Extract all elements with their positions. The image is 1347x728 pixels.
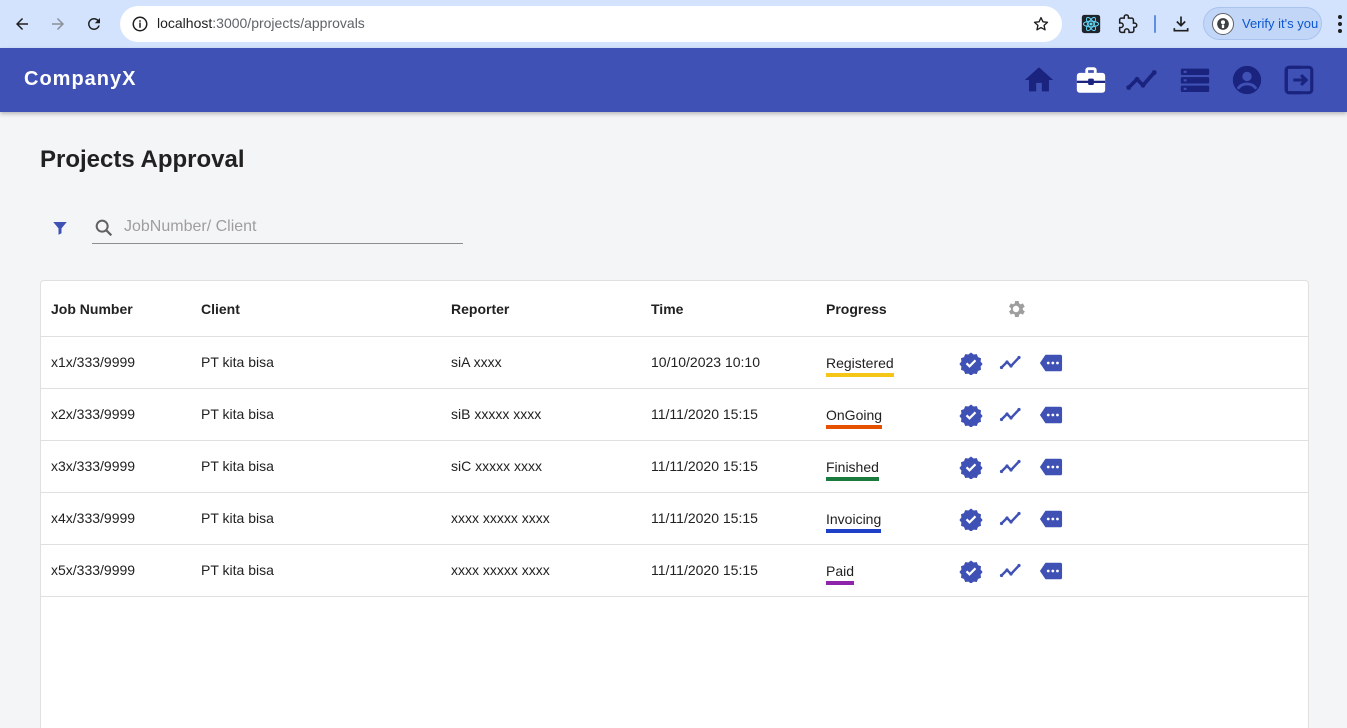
verified-icon[interactable] (959, 403, 983, 427)
timeline-icon[interactable] (999, 507, 1023, 531)
filter-icon[interactable] (48, 216, 72, 240)
timeline-icon[interactable] (999, 455, 1023, 479)
url-host: localhost (157, 15, 213, 31)
column-header-job-number[interactable]: Job Number (51, 301, 133, 317)
cell-job-number: x1x/333/9999 (51, 354, 136, 370)
search-field (92, 212, 463, 244)
search-input[interactable] (124, 214, 454, 240)
cell-time: 11/11/2020 15:15 (651, 562, 758, 578)
page-title: Projects Approval (40, 146, 245, 173)
browser-menu-icon[interactable] (1336, 14, 1344, 34)
cell-job-number: x3x/333/9999 (51, 458, 136, 474)
arrow-left-icon (16, 18, 28, 30)
toolbar-divider (1154, 15, 1156, 33)
home-icon[interactable] (1021, 62, 1057, 98)
extensions-puzzle-icon[interactable] (1116, 12, 1140, 36)
cell-time: 11/11/2020 15:15 (651, 406, 758, 422)
more-details-icon[interactable] (1039, 507, 1063, 531)
analytics-icon[interactable] (1125, 62, 1161, 98)
search-icon (92, 216, 116, 240)
account-icon[interactable] (1229, 62, 1265, 98)
arrow-right-icon (52, 18, 64, 30)
column-header-reporter[interactable]: Reporter (451, 301, 509, 317)
cell-client: PT kita bisa (201, 562, 274, 578)
reload-button[interactable] (80, 10, 108, 38)
cell-job-number: x4x/333/9999 (51, 510, 136, 526)
column-header-client[interactable]: Client (201, 301, 240, 317)
cell-client: PT kita bisa (201, 406, 274, 422)
cell-reporter: siA xxxx (451, 354, 502, 370)
progress-status-badge: Invoicing (826, 511, 882, 533)
table-row: x1x/333/9999 PT kita bisa siA xxxx 10/10… (41, 337, 1308, 389)
progress-status-badge: Paid (826, 563, 855, 585)
logout-icon[interactable] (1281, 62, 1317, 98)
timeline-icon[interactable] (999, 403, 1023, 427)
more-details-icon[interactable] (1039, 455, 1063, 479)
cell-reporter: xxxx xxxxx xxxx (451, 562, 550, 578)
table-row: x4x/333/9999 PT kita bisa xxxx xxxxx xxx… (41, 493, 1308, 545)
verified-icon[interactable] (959, 507, 983, 531)
cell-time: 10/10/2023 10:10 (651, 354, 760, 370)
cell-client: PT kita bisa (201, 510, 274, 526)
projects-table: Job Number Client Reporter Time Progress… (40, 280, 1309, 728)
url-path: :3000/projects/approvals (212, 15, 365, 31)
progress-status-badge: OnGoing (826, 407, 883, 429)
progress-status-badge: Registered (826, 355, 894, 377)
storage-icon[interactable] (1177, 62, 1213, 98)
cell-reporter: siC xxxxx xxxx (451, 458, 542, 474)
app-bar: CompanyX (0, 48, 1347, 112)
cell-time: 11/11/2020 15:15 (651, 458, 758, 474)
browser-toolbar: localhost:3000/projects/approvals Verify… (0, 0, 1347, 48)
column-header-time[interactable]: Time (651, 301, 683, 317)
react-devtools-extension-icon[interactable] (1079, 12, 1103, 36)
profile-avatar-icon (1212, 12, 1234, 35)
gear-icon[interactable] (1005, 298, 1027, 320)
verified-icon[interactable] (959, 559, 983, 583)
profile-verify-button[interactable]: Verify it's you (1203, 7, 1322, 40)
timeline-icon[interactable] (999, 351, 1023, 375)
url-text: localhost:3000/projects/approvals (157, 15, 365, 31)
downloads-icon[interactable] (1169, 12, 1193, 36)
back-button[interactable] (8, 10, 36, 38)
progress-status-badge: Finished (826, 459, 879, 481)
cell-client: PT kita bisa (201, 458, 274, 474)
forward-button[interactable] (44, 10, 72, 38)
verified-icon[interactable] (959, 351, 983, 375)
cell-reporter: xxxx xxxxx xxxx (451, 510, 550, 526)
table-row: x3x/333/9999 PT kita bisa siC xxxxx xxxx… (41, 441, 1308, 493)
table-header: Job Number Client Reporter Time Progress (41, 281, 1308, 337)
site-info-icon[interactable] (128, 12, 152, 36)
cell-reporter: siB xxxxx xxxx (451, 406, 542, 422)
profile-verify-label: Verify it's you (1242, 16, 1319, 31)
reload-icon (88, 17, 100, 30)
verified-icon[interactable] (959, 455, 983, 479)
cell-job-number: x2x/333/9999 (51, 406, 136, 422)
more-details-icon[interactable] (1039, 351, 1063, 375)
cell-time: 11/11/2020 15:15 (651, 510, 758, 526)
work-icon[interactable] (1073, 62, 1109, 98)
more-details-icon[interactable] (1039, 559, 1063, 583)
timeline-icon[interactable] (999, 559, 1023, 583)
bookmark-star-icon[interactable] (1030, 13, 1052, 35)
table-row: x5x/333/9999 PT kita bisa xxxx xxxxx xxx… (41, 545, 1308, 597)
cell-job-number: x5x/333/9999 (51, 562, 136, 578)
cell-client: PT kita bisa (201, 354, 274, 370)
brand-logo-text[interactable]: CompanyX (24, 68, 136, 91)
table-row: x2x/333/9999 PT kita bisa siB xxxxx xxxx… (41, 389, 1308, 441)
more-details-icon[interactable] (1039, 403, 1063, 427)
column-header-progress[interactable]: Progress (826, 301, 887, 317)
address-bar[interactable]: localhost:3000/projects/approvals (120, 6, 1062, 42)
